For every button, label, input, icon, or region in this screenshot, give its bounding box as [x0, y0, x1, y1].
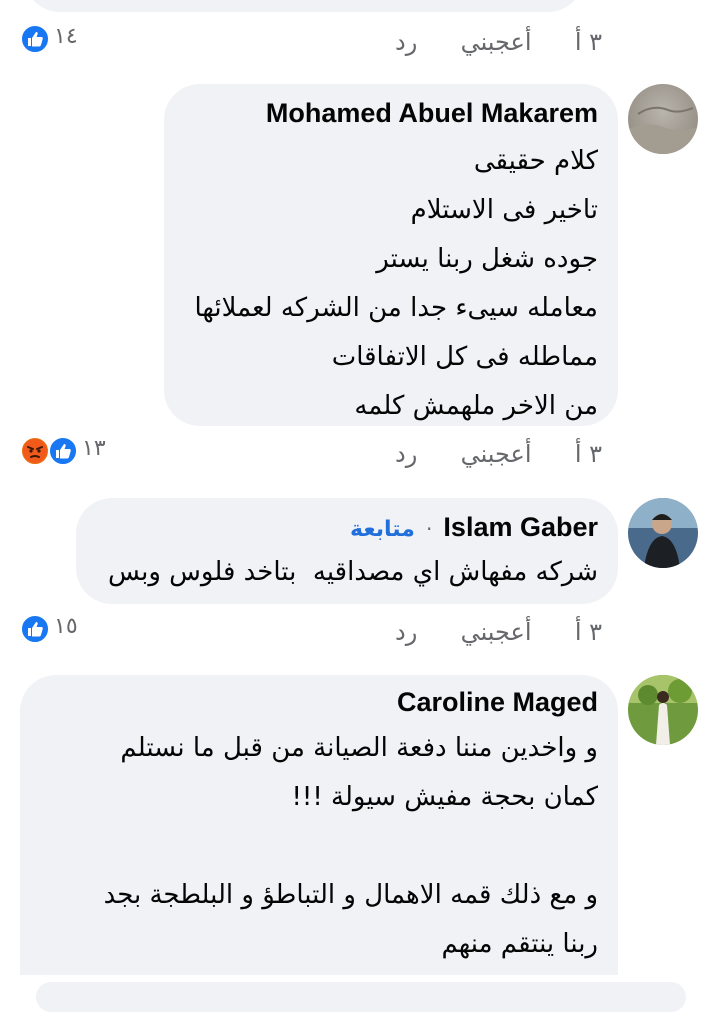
comment-bubble[interactable]: Mohamed Abuel Makarem كلام حقيقى تاخير فى…	[164, 84, 618, 426]
reaction-count: ١٤	[54, 24, 78, 49]
avatar-image	[628, 675, 698, 745]
comment-actions: ٣ أ أعجبني رد	[395, 28, 602, 56]
comment-text-line: كلام حقيقى	[473, 146, 598, 176]
reply-button[interactable]: رد	[395, 440, 417, 468]
comment-time[interactable]: ٣ أ	[575, 440, 602, 468]
comment-author[interactable]: Mohamed Abuel Makarem	[266, 98, 598, 129]
comment-time[interactable]: ٣ أ	[575, 28, 602, 56]
like-button[interactable]: أعجبني	[461, 440, 532, 468]
comment-text-line: جوده شغل ربنا يستر	[376, 244, 598, 274]
comment-text-line: مماطله فى كل الاتفاقات	[331, 342, 598, 372]
comment-text-line: تاخير فى الاستلام	[410, 195, 598, 225]
reply-button[interactable]: رد	[395, 28, 417, 56]
avatar-image	[628, 498, 698, 568]
comment-author[interactable]: Caroline Maged	[397, 687, 598, 718]
like-button[interactable]: أعجبني	[461, 618, 532, 646]
previous-comment-bubble	[24, 0, 584, 12]
comment-author[interactable]: Islam Gaber	[443, 512, 598, 542]
comment-text-line: و مع ذلك قمه الاهمال و التباطؤ و البلطجة…	[103, 880, 598, 910]
like-icon	[20, 24, 50, 54]
avatar[interactable]	[628, 675, 698, 745]
avatar[interactable]	[628, 84, 698, 154]
avatar[interactable]	[628, 498, 698, 568]
comment-text-line: ربنا ينتقم منهم	[441, 929, 598, 959]
angry-icon	[20, 436, 50, 466]
like-icon	[48, 436, 78, 466]
avatar-image	[628, 84, 698, 154]
separator-dot: ·	[425, 517, 433, 541]
reaction-count: ١٣	[82, 436, 106, 461]
comment-text-line: كمان بحجة مفيش سيولة !!!	[291, 782, 599, 812]
follow-button[interactable]: متابعة	[350, 517, 415, 542]
comment-text-line	[104, 822, 598, 871]
comment-text-line: من الاخر ملهمش كلمه	[354, 391, 598, 421]
comment-actions: ٣ أ أعجبني رد	[395, 618, 602, 646]
like-button[interactable]: أعجبني	[461, 28, 532, 56]
reply-button[interactable]: رد	[395, 618, 417, 646]
comment-bubble[interactable]: Islam Gaber · متابعة شركه مفهاش اي مصداق…	[76, 498, 618, 604]
comment-text-line: شركه مفهاش اي مصداقيه بتاخد فلوس وبس	[107, 557, 598, 587]
comment-composer[interactable]	[36, 982, 686, 1012]
like-icon	[20, 614, 50, 644]
comment-time[interactable]: ٣ أ	[575, 618, 602, 646]
comment-bubble[interactable]: Caroline Maged و واخدين مننا دفعة الصيان…	[20, 675, 618, 975]
comment-actions: ٣ أ أعجبني رد	[395, 440, 602, 468]
comment-text-line: و واخدين مننا دفعة الصيانة من قبل ما نست…	[120, 733, 598, 763]
comment-text-line: معامله سيىء جدا من الشركه لعملائها	[194, 293, 598, 323]
reaction-count: ١٥	[54, 614, 78, 639]
